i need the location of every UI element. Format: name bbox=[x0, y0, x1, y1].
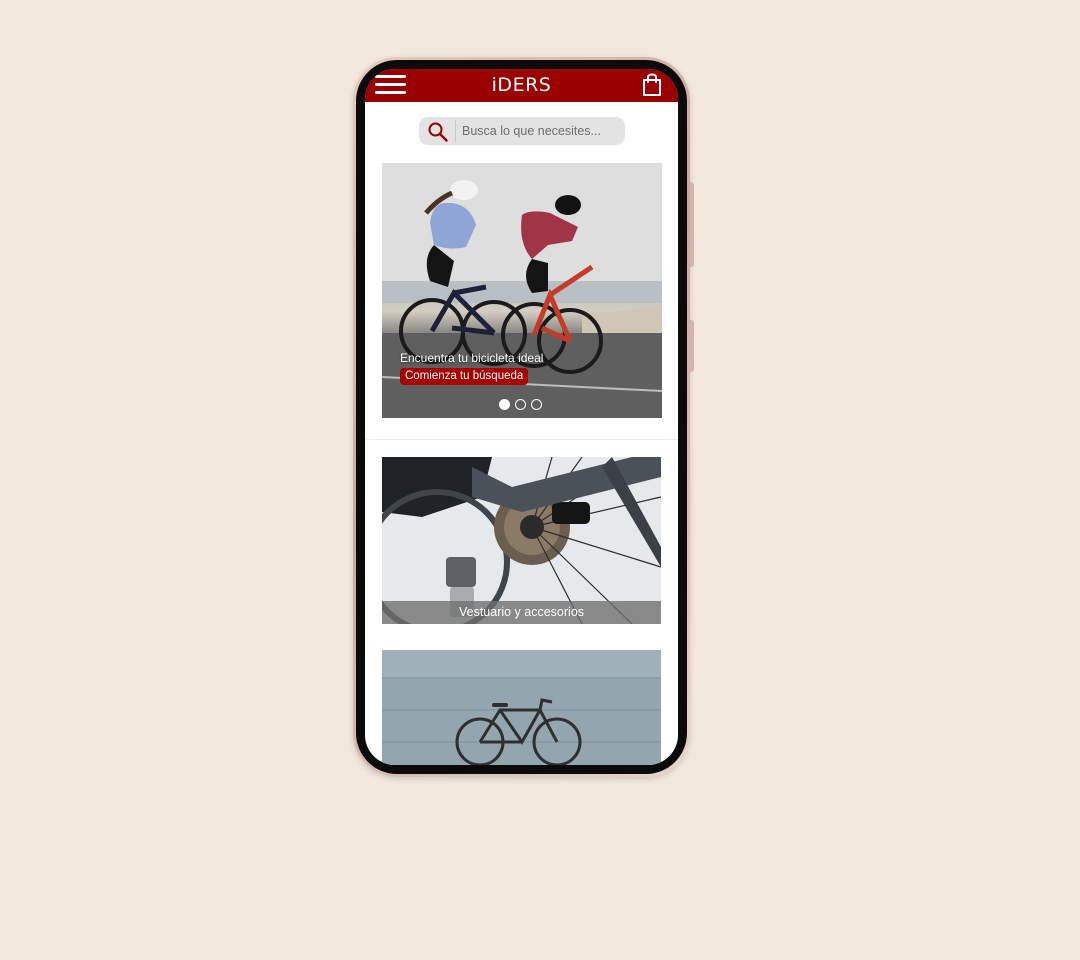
phone-side-button bbox=[690, 320, 694, 372]
app-header: iDERS bbox=[365, 69, 678, 102]
app-screen: iDERS Busca lo que necesites... Encuentr… bbox=[365, 69, 678, 765]
search-bar bbox=[419, 117, 625, 145]
carousel-dot-3[interactable] bbox=[531, 399, 542, 410]
category-image-cassette bbox=[382, 457, 661, 624]
carousel-pagination bbox=[499, 399, 549, 411]
shopping-bag-icon[interactable] bbox=[641, 73, 663, 97]
app-title: iDERS bbox=[491, 74, 552, 96]
search-divider bbox=[455, 120, 456, 142]
category-image-bike-wall bbox=[382, 650, 661, 765]
carousel-dot-1[interactable] bbox=[499, 399, 510, 410]
search-input[interactable] bbox=[459, 117, 622, 145]
category-label: Vestuario y accesorios bbox=[458, 605, 585, 619]
carousel-dot-2[interactable] bbox=[515, 399, 526, 410]
hero-carousel[interactable]: Encuentra tu bicicleta ideal Comienza tu… bbox=[382, 163, 662, 418]
category-card-bikes[interactable] bbox=[382, 650, 661, 765]
start-search-button[interactable]: Comienza tu búsqueda bbox=[400, 368, 529, 385]
phone-side-button bbox=[690, 182, 694, 267]
hero-caption: Encuentra tu bicicleta ideal bbox=[400, 351, 544, 365]
search-icon[interactable] bbox=[427, 121, 449, 143]
phone-mockup: iDERS Busca lo que necesites... Encuentr… bbox=[353, 57, 694, 777]
category-label-band: Vestuario y accesorios bbox=[382, 601, 661, 624]
category-card-apparel[interactable]: Vestuario y accesorios bbox=[382, 457, 661, 624]
section-divider bbox=[365, 439, 678, 440]
